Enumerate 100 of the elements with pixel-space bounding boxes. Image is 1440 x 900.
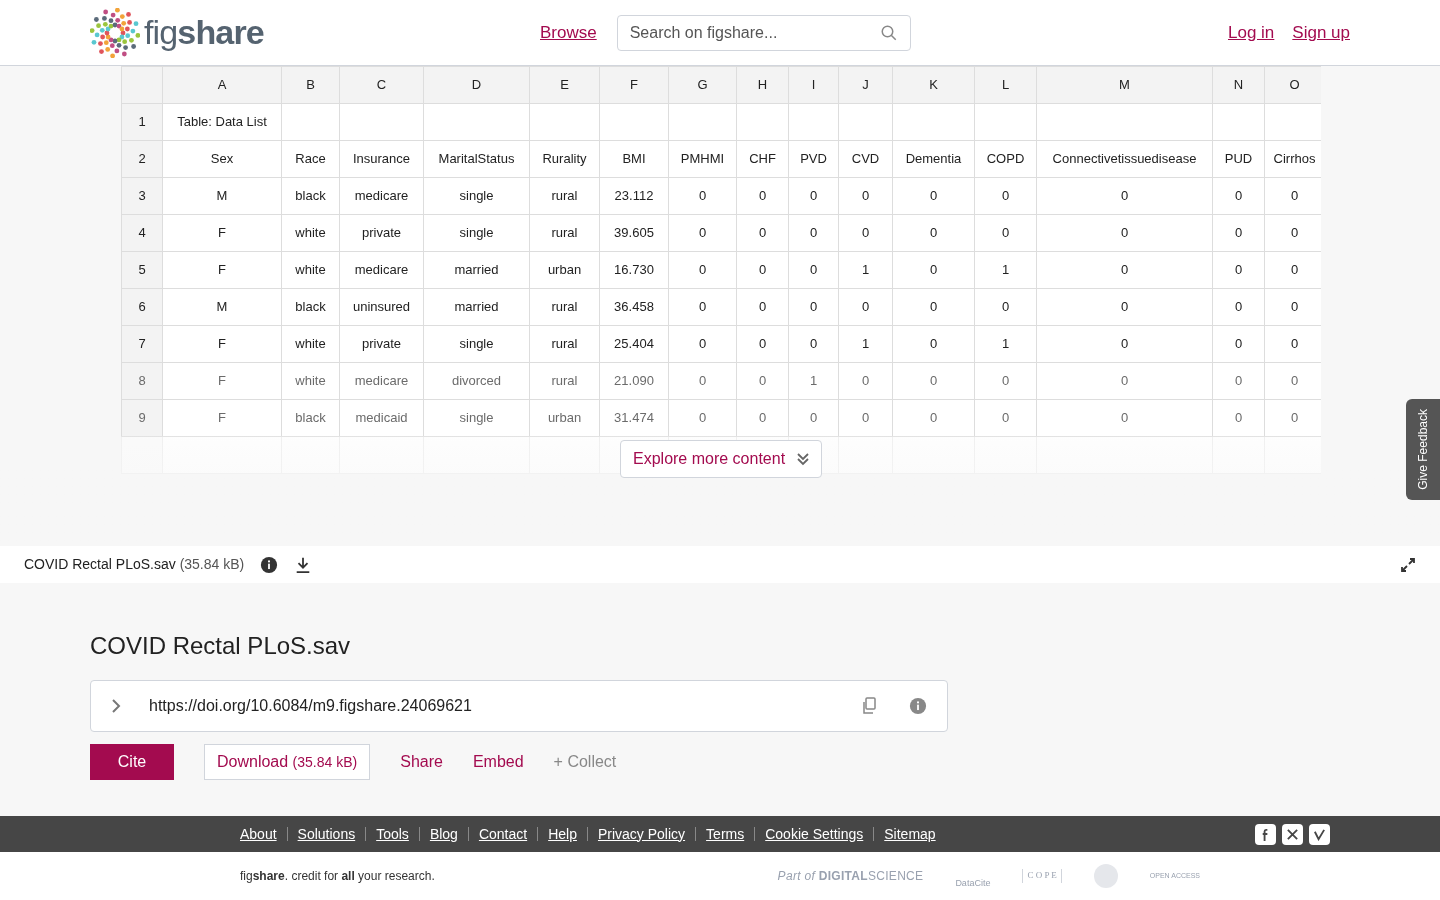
footer-link[interactable]: Solutions	[297, 823, 356, 845]
table-cell: 0	[668, 325, 737, 363]
auth-link[interactable]: Sign up	[1292, 19, 1350, 46]
table-cell: medicaid	[339, 399, 424, 437]
footer-link[interactable]: Sitemap	[884, 823, 936, 845]
table-cell: 0	[1212, 325, 1265, 363]
explore-more-button[interactable]: Explore more content	[620, 440, 823, 478]
footer-link[interactable]: Cookie Settings	[765, 823, 864, 845]
table-cell: 0	[668, 251, 737, 289]
footer-link[interactable]: Help	[548, 823, 577, 845]
footer-link[interactable]: Blog	[429, 823, 458, 845]
table-cell: 0	[838, 214, 893, 252]
footer-link[interactable]: Terms	[706, 823, 745, 845]
row-number: 9	[121, 399, 163, 437]
cite-button[interactable]: Cite	[90, 744, 174, 780]
footer-link[interactable]: About	[240, 823, 277, 845]
logo-icon	[90, 7, 140, 58]
table-cell: married	[423, 288, 530, 326]
table-cell: 0	[1036, 362, 1213, 400]
table-cell: CHF	[736, 140, 789, 178]
table-cell: 0	[838, 177, 893, 215]
column-header: M	[1036, 66, 1213, 104]
table-cell: 1	[838, 325, 893, 363]
row-number: 2	[121, 140, 163, 178]
table-cell: 0	[1036, 177, 1213, 215]
row-number: 8	[121, 362, 163, 400]
table-cell: 1	[838, 251, 893, 289]
column-header: A	[162, 66, 282, 104]
table-cell: F	[162, 399, 282, 437]
table-cell: 0	[736, 325, 789, 363]
table-cell: rural	[529, 177, 600, 215]
footer-tagline: figshare. credit for all your research.	[240, 868, 435, 885]
table-cell: F	[162, 362, 282, 400]
table-cell: 31.474	[599, 399, 669, 437]
seal-icon	[1093, 864, 1118, 888]
footer-link[interactable]: Tools	[376, 823, 409, 845]
auth-link[interactable]: Log in	[1228, 19, 1275, 46]
logo-wordmark[interactable]: figshare	[144, 7, 264, 58]
doi-field[interactable]: https://doi.org/10.6084/m9.figshare.24069621	[90, 680, 948, 732]
table-cell: urban	[529, 399, 600, 437]
search-icon[interactable]	[879, 23, 898, 42]
table-cell: 36.458	[599, 288, 669, 326]
table-cell: 0	[838, 288, 893, 326]
embed-link[interactable]: Embed	[472, 750, 524, 774]
table-cell: single	[423, 325, 530, 363]
column-header: N	[1212, 66, 1265, 104]
table-cell: 0	[668, 177, 737, 215]
table-cell: married	[423, 251, 530, 289]
table-cell: 0	[838, 399, 893, 437]
table-cell: Sex	[162, 140, 282, 178]
table-cell: 0	[892, 325, 975, 363]
row-number: 3	[121, 177, 163, 215]
chevron-right-icon[interactable]	[111, 698, 121, 714]
table-cell: white	[281, 251, 340, 289]
table-cell: Race	[281, 140, 340, 178]
row-number: 6	[121, 288, 163, 326]
column-header: E	[529, 66, 600, 104]
table-cell: F	[162, 325, 282, 363]
table-cell: 0	[1036, 399, 1213, 437]
datacite-logo: DataCite	[955, 877, 991, 891]
row-number: 7	[121, 325, 163, 363]
table-cell: white	[281, 362, 340, 400]
row-number: 4	[121, 214, 163, 252]
browse-link[interactable]: Browse	[540, 19, 597, 46]
table-cell: private	[339, 325, 424, 363]
table-cell: 39.605	[599, 214, 669, 252]
column-header: B	[281, 66, 340, 104]
info-icon[interactable]	[260, 555, 279, 574]
table-cell: medicare	[339, 362, 424, 400]
facebook-icon[interactable]	[1255, 823, 1276, 845]
table-cell: 0	[892, 288, 975, 326]
table-cell: F	[162, 251, 282, 289]
table-cell: 0	[736, 214, 789, 252]
x-icon[interactable]	[1282, 823, 1303, 845]
table-cell: 0	[1036, 288, 1213, 326]
table-cell: BMI	[599, 140, 669, 178]
table-cell: 0	[736, 399, 789, 437]
table-cell: 0	[1036, 214, 1213, 252]
table-cell: 0	[892, 362, 975, 400]
footer-link[interactable]: Contact	[478, 823, 528, 845]
feedback-tab[interactable]: Give Feedback	[1406, 399, 1440, 500]
table-cell: black	[281, 399, 340, 437]
column-header: C	[339, 66, 424, 104]
column-header: F	[599, 66, 669, 104]
footer-link[interactable]: Privacy Policy	[597, 823, 686, 845]
column-header: I	[788, 66, 839, 104]
table-cell: 0	[974, 288, 1037, 326]
search-field[interactable]: Search on figshare...	[616, 14, 911, 51]
expand-icon[interactable]	[1400, 556, 1416, 573]
table-cell: 0	[736, 177, 789, 215]
table-cell: CVD	[838, 140, 893, 178]
table-cell: 16.730	[599, 251, 669, 289]
table-cell: 0	[668, 288, 737, 326]
file-name: COVID Rectal PLoS.sav (35.84 kB)	[24, 555, 245, 574]
share-link[interactable]: Share	[400, 750, 443, 774]
table-cell: 0	[1212, 399, 1265, 437]
table-cell: F	[162, 214, 282, 252]
table-cell: COPD	[974, 140, 1037, 178]
table-cell: 0	[668, 362, 737, 400]
download-button[interactable]: Download (35.84 kB)	[204, 744, 371, 780]
